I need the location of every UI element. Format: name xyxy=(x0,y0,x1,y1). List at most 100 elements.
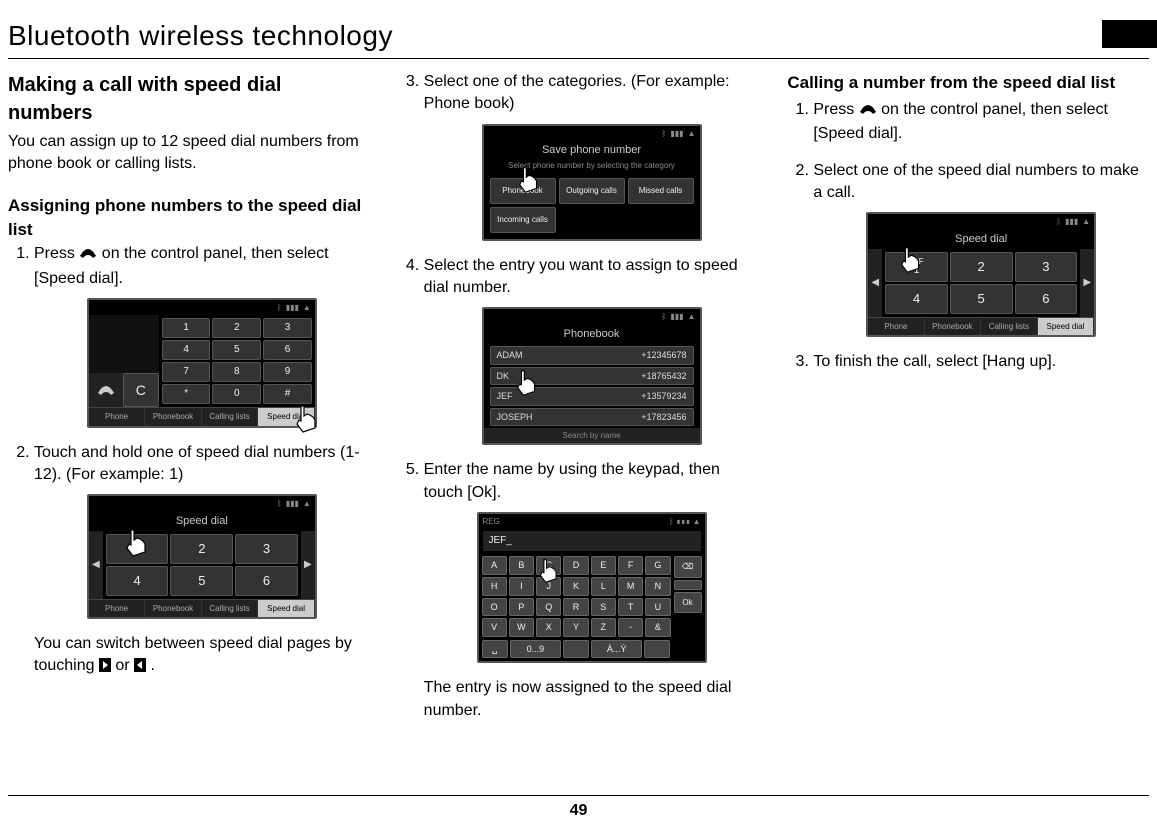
nav-left-icon: ◀ xyxy=(868,249,882,317)
step-3: Select one of the categories. (For examp… xyxy=(424,71,760,241)
section-heading-speed-dial: Making a call with speed dial numbers xyxy=(8,71,370,127)
tab-row: Phone Phonebook Calling lists Speed dial xyxy=(89,407,315,425)
page-number: 49 xyxy=(0,802,1157,820)
tab-calling-lists: Calling lists xyxy=(202,408,259,425)
section-heading-calling: Calling a number from the speed dial lis… xyxy=(787,71,1149,95)
screenshot-speed-dial: ᛒ▮▮▮▲ Speed dial ◀ 1 2 3 4 5 6 ▶ xyxy=(87,494,317,619)
pb-row: DK+18765432 xyxy=(490,367,694,386)
screen-title: Speed dial xyxy=(89,512,315,531)
pb-row: JOSEPH+17823456 xyxy=(490,408,694,427)
note2a: You can switch between speed dial pages … xyxy=(34,635,352,674)
tab-row: Phone Phonebook Calling lists Speed dial xyxy=(868,317,1094,335)
tab-phone: Phone xyxy=(868,318,925,335)
tab-phone: Phone xyxy=(89,408,146,425)
key-6: 6 xyxy=(263,340,312,360)
nav-left-icon: ◀ xyxy=(89,531,103,599)
note2c: . xyxy=(151,657,155,674)
step5-text: Enter the name by using the keypad, then… xyxy=(424,461,720,500)
sd2-key-6: 6 xyxy=(1015,284,1078,314)
step-5: Enter the name by using the keypad, then… xyxy=(424,459,760,722)
nav-right-icon: ▶ xyxy=(1080,249,1094,317)
tab-phone: Phone xyxy=(89,600,146,617)
screen-title: Save phone number xyxy=(484,141,700,160)
cat-phonebook: Phonebook xyxy=(490,178,556,204)
pb-row: ADAM+12345678 xyxy=(490,346,694,365)
key-2: 2 xyxy=(212,318,261,338)
step-1: Press on the control panel, then select … xyxy=(34,243,370,427)
step2-note: You can switch between speed dial pages … xyxy=(34,633,370,680)
sd2-key-3: 3 xyxy=(1015,252,1078,282)
tab-speed-dial: Speed dial xyxy=(258,600,315,617)
sd2-key-2: 2 xyxy=(950,252,1013,282)
tab-speed-dial: Speed dial xyxy=(1038,318,1095,335)
phone-icon xyxy=(79,245,97,267)
step-1c: Press on the control panel, then select … xyxy=(813,99,1149,146)
steps-list-3: Press on the control panel, then select … xyxy=(787,99,1149,374)
cat-outgoing: Outgoing calls xyxy=(559,178,625,204)
column-1: Making a call with speed dial numbers Yo… xyxy=(8,71,370,730)
footer-line xyxy=(8,795,1149,796)
steps-list-1: Press on the control panel, then select … xyxy=(8,243,370,679)
step2-text: Touch and hold one of speed dial numbers… xyxy=(34,444,360,483)
ok-button: Ok xyxy=(674,592,702,613)
step3-text: Select one of the categories. (For examp… xyxy=(424,73,730,112)
sd-key-5: 5 xyxy=(170,566,233,596)
key-hash: # xyxy=(263,384,312,404)
step3c-text: To finish the call, select [Hang up]. xyxy=(813,353,1056,370)
arrow-left-icon xyxy=(134,657,146,679)
arrow-right-icon xyxy=(99,657,111,679)
screenshot-phonebook: ᛒ▮▮▮▲ Phonebook ADAM+12345678 DK+1876543… xyxy=(482,307,702,445)
pb-row: JEF+13579234 xyxy=(490,387,694,406)
tab-phonebook: Phonebook xyxy=(145,408,202,425)
tab-speed-dial: Speed dial xyxy=(258,408,315,425)
sd-key-4: 4 xyxy=(106,566,169,596)
step2c-text: Select one of the speed dial numbers to … xyxy=(813,162,1139,201)
sd-key-1: 1 xyxy=(106,534,169,564)
section-heading-assigning: Assigning phone numbers to the speed dia… xyxy=(8,194,370,242)
tab-row: Phone Phonebook Calling lists Speed dial xyxy=(89,599,315,617)
decorative-box xyxy=(1102,20,1157,48)
status-bar: ᛒ▮▮▮▲ xyxy=(484,309,700,324)
reg-label: REG xyxy=(483,516,500,527)
status-bar: ᛒ▮▮▮▲ xyxy=(868,214,1094,229)
sd-key-3: 3 xyxy=(235,534,298,564)
step1c-text-a: Press xyxy=(813,101,858,118)
screen-subtitle: Select phone number by selecting the cat… xyxy=(484,160,700,171)
key-4: 4 xyxy=(162,340,211,360)
step5-note: The entry is now assigned to the speed d… xyxy=(424,677,760,722)
search-by-name: Search by name xyxy=(484,428,700,443)
backspace-icon: ⌫ xyxy=(674,556,702,577)
status-bar: ᛒ▮▮▮▲ xyxy=(484,126,700,141)
sd2-key-4: 4 xyxy=(885,284,948,314)
key-5: 5 xyxy=(212,340,261,360)
key-7: 7 xyxy=(162,362,211,382)
screenshot-dialer: ᛒ▮▮▮▲ C 1 xyxy=(87,298,317,427)
cat-incoming: Incoming calls xyxy=(490,207,556,233)
status-bar: ᛒ▮▮▮▲ xyxy=(89,496,315,511)
step-3c: To finish the call, select [Hang up]. xyxy=(813,351,1149,373)
input-field: JEF_ xyxy=(483,531,701,551)
tab-phonebook: Phonebook xyxy=(145,600,202,617)
steps-list-2: Select one of the categories. (For examp… xyxy=(398,71,760,722)
c-key: C xyxy=(123,373,159,407)
step4-text: Select the entry you want to assign to s… xyxy=(424,257,738,296)
step-2c: Select one of the speed dial numbers to … xyxy=(813,160,1149,338)
step1-text-a: Press xyxy=(34,245,79,262)
screen-title: Phonebook xyxy=(484,325,700,344)
step-2: Touch and hold one of speed dial numbers… xyxy=(34,442,370,680)
screenshot-save-phone: ᛒ▮▮▮▲ Save phone number Select phone num… xyxy=(482,124,702,241)
step-4: Select the entry you want to assign to s… xyxy=(424,255,760,446)
tab-calling-lists: Calling lists xyxy=(981,318,1038,335)
phone-icon xyxy=(859,101,877,123)
screen-title: Speed dial xyxy=(868,230,1094,249)
key-star: * xyxy=(162,384,211,404)
key-3: 3 xyxy=(263,318,312,338)
intro-text: You can assign up to 12 speed dial numbe… xyxy=(8,131,370,176)
header-underline xyxy=(8,58,1149,59)
key-8: 8 xyxy=(212,362,261,382)
sd2-key-5: 5 xyxy=(950,284,1013,314)
sd2-key-1: JEF 1 xyxy=(885,252,948,282)
status-bar: ᛒ▮▮▮▲ xyxy=(89,300,315,315)
key-0: 0 xyxy=(212,384,261,404)
keyboard-grid: ABCDEFG HIJKLMN OPQRSTU VWXYZ-& xyxy=(479,553,674,639)
